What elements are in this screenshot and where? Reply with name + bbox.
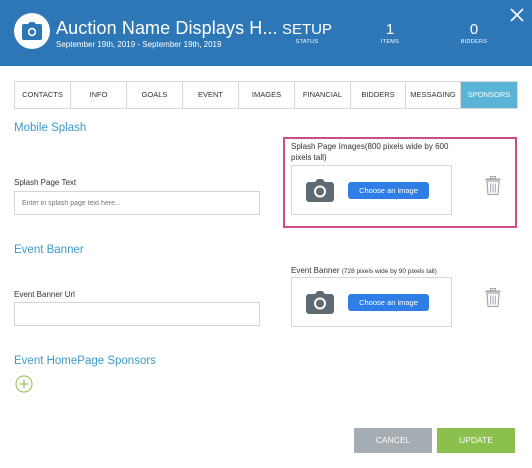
tab-financial[interactable]: FINANCIAL	[295, 82, 351, 108]
event-banner-heading: Event Banner	[14, 244, 84, 256]
tab-messaging[interactable]: MESSAGING	[406, 82, 461, 108]
items-label: ITEMS	[380, 39, 400, 45]
bidders-label: BIDDERS	[460, 39, 488, 45]
tab-contacts[interactable]: CONTACTS	[15, 82, 71, 108]
event-banner-size-note: (728 pixels wide by 90 pixels tall)	[341, 268, 437, 275]
auction-dates: September 19th, 2019 - September 19th, 2…	[56, 40, 222, 49]
tab-images[interactable]: IMAGES	[239, 82, 295, 108]
camera-icon	[22, 22, 42, 40]
tab-info[interactable]: INFO	[71, 82, 127, 108]
splash-page-images-label: Splash Page Images(800 pixels wide by 60…	[291, 142, 449, 162]
status-label: STATUS	[295, 39, 319, 45]
event-banner-image-label: Event Banner (728 pixels wide by 90 pixe…	[291, 265, 437, 277]
splash-page-text-input[interactable]	[14, 191, 260, 215]
plus-circle-icon[interactable]	[15, 375, 33, 393]
tab-bar: CONTACTS INFO GOALS EVENT IMAGES FINANCI…	[14, 81, 518, 109]
trash-icon[interactable]	[485, 288, 501, 307]
mobile-splash-heading: Mobile Splash	[14, 122, 87, 134]
items-stat: 1 ITEMS	[366, 22, 414, 46]
update-button[interactable]: UPDATE	[437, 428, 515, 453]
camera-icon	[306, 291, 334, 314]
status-value: SETUP	[282, 21, 333, 38]
splash-page-text-label: Splash Page Text	[14, 178, 77, 187]
choose-banner-image-button[interactable]: Choose an image	[348, 294, 429, 311]
items-value: 1	[385, 21, 395, 38]
event-homepage-sponsors-heading: Event HomePage Sponsors	[14, 355, 156, 367]
tab-bidders[interactable]: BIDDERS	[351, 82, 406, 108]
event-banner-url-input[interactable]	[14, 302, 260, 326]
bidders-value: 0	[469, 21, 479, 38]
event-banner-image-title: Event Banner	[291, 266, 340, 275]
cancel-button[interactable]: CANCEL	[354, 428, 432, 453]
event-banner-dropzone[interactable]: Choose an image	[291, 277, 452, 327]
trash-icon[interactable]	[485, 176, 501, 195]
choose-splash-image-button[interactable]: Choose an image	[348, 182, 429, 199]
tab-goals[interactable]: GOALS	[127, 82, 183, 108]
tab-event[interactable]: EVENT	[183, 82, 239, 108]
modal-header: Auction Name Displays H... September 19t…	[0, 0, 532, 66]
status-stat: SETUP STATUS	[282, 22, 332, 46]
auction-title: Auction Name Displays H...	[56, 18, 278, 38]
camera-icon	[306, 179, 334, 202]
splash-image-dropzone[interactable]: Choose an image	[291, 165, 452, 215]
close-icon[interactable]	[508, 6, 526, 24]
auction-image-avatar[interactable]	[14, 13, 50, 49]
event-banner-url-label: Event Banner Url	[14, 290, 75, 299]
tab-sponsors[interactable]: SPONSORS	[461, 82, 517, 108]
bidders-stat: 0 BIDDERS	[449, 22, 499, 46]
